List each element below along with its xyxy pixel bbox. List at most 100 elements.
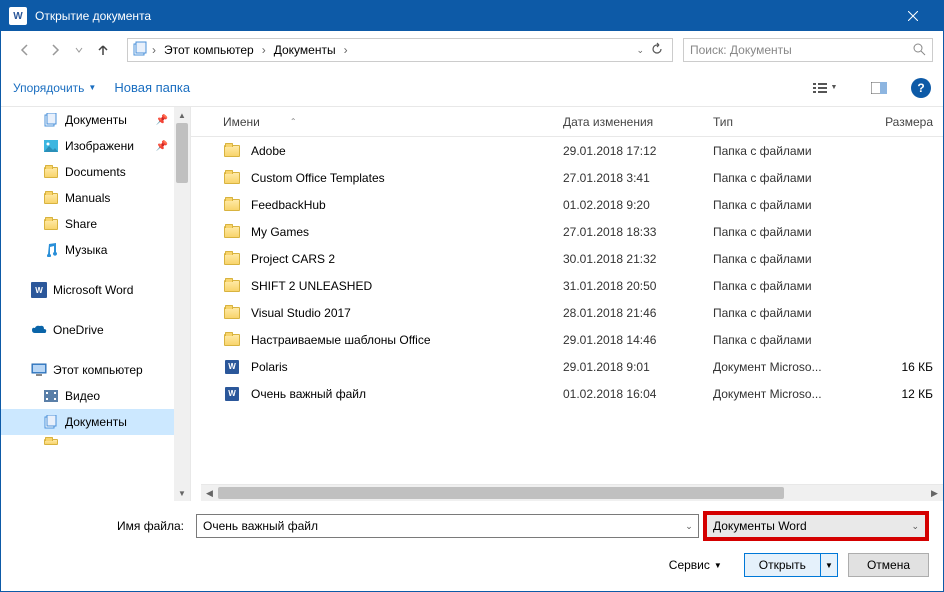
close-button[interactable]: [890, 1, 935, 31]
scroll-left-icon[interactable]: ◀: [201, 488, 218, 499]
word-icon: W: [31, 282, 47, 298]
file-date: 29.01.2018 17:12: [563, 144, 713, 158]
filename-combo[interactable]: ⌄: [196, 514, 699, 538]
nav-up-button[interactable]: [89, 36, 117, 64]
filename-label: Имя файла:: [15, 519, 190, 533]
folder-icon: [223, 169, 241, 187]
sidebar-item-label: Этот компьютер: [53, 363, 143, 377]
folder-icon: [223, 277, 241, 295]
folder-icon: [223, 331, 241, 349]
file-row[interactable]: SHIFT 2 UNLEASHED31.01.2018 20:50Папка с…: [201, 272, 943, 299]
filename-input[interactable]: [197, 519, 680, 533]
path-segment-thispc[interactable]: Этот компьютер: [160, 41, 258, 59]
sidebar-item-label: Share: [65, 217, 97, 231]
column-date[interactable]: Дата изменения: [563, 115, 713, 129]
address-bar[interactable]: › Этот компьютер › Документы › ⌄: [127, 38, 673, 62]
folder-icon: [43, 216, 59, 232]
sidebar-item-videos[interactable]: Видео: [1, 383, 190, 409]
sidebar-item-onedrive[interactable]: OneDrive: [1, 317, 190, 343]
bottom-panel: Имя файла: ⌄ Документы Word ⌄ Сервис ▼ О…: [1, 501, 943, 591]
sidebar-item[interactable]: Изображени📌: [1, 133, 190, 159]
nav-back-button[interactable]: [11, 36, 39, 64]
sidebar-item-label: OneDrive: [53, 323, 104, 337]
column-size[interactable]: Размера: [863, 115, 943, 129]
file-row[interactable]: Adobe29.01.2018 17:12Папка с файлами: [201, 137, 943, 164]
search-input[interactable]: [690, 43, 912, 57]
sidebar-item-label: Видео: [65, 389, 100, 403]
file-row[interactable]: My Games27.01.2018 18:33Папка с файлами: [201, 218, 943, 245]
window-title: Открытие документа: [35, 9, 890, 23]
file-type: Папка с файлами: [713, 333, 863, 347]
sidebar-item[interactable]: Documents: [1, 159, 190, 185]
file-name: My Games: [251, 225, 563, 239]
filetype-select[interactable]: Документы Word ⌄: [703, 511, 929, 541]
sidebar-item[interactable]: Документы📌: [1, 107, 190, 133]
nav-row: › Этот компьютер › Документы › ⌄: [1, 31, 943, 69]
file-row[interactable]: Custom Office Templates27.01.2018 3:41Па…: [201, 164, 943, 191]
word-app-icon: W: [9, 7, 27, 25]
file-row[interactable]: WPolaris29.01.2018 9:01Документ Microso.…: [201, 353, 943, 380]
folder-icon: [223, 250, 241, 268]
scroll-thumb[interactable]: [218, 487, 784, 499]
chevron-right-icon: ›: [150, 43, 158, 57]
sidebar-item[interactable]: Manuals: [1, 185, 190, 211]
column-type[interactable]: Тип: [713, 115, 863, 129]
chevron-down-icon[interactable]: ⌄: [680, 521, 698, 532]
file-date: 27.01.2018 18:33: [563, 225, 713, 239]
path-segment-documents[interactable]: Документы: [270, 41, 340, 59]
sort-indicator-icon: ⌃: [290, 117, 297, 126]
chevron-down-icon: ▼: [831, 84, 838, 91]
scroll-thumb[interactable]: [176, 123, 188, 183]
file-type: Папка с файлами: [713, 198, 863, 212]
file-row[interactable]: Настраиваемые шаблоны Office29.01.2018 1…: [201, 326, 943, 353]
open-dialog: W Открытие документа › Этот ко: [0, 0, 944, 592]
address-dropdown-icon[interactable]: ⌄: [636, 45, 644, 56]
file-row[interactable]: Project CARS 230.01.2018 21:32Папка с фа…: [201, 245, 943, 272]
file-date: 01.02.2018 16:04: [563, 387, 713, 401]
file-date: 29.01.2018 14:46: [563, 333, 713, 347]
horizontal-scrollbar[interactable]: ◀ ▶: [201, 484, 943, 501]
file-row[interactable]: WОчень важный файл01.02.2018 16:04Докуме…: [201, 380, 943, 407]
scroll-down-icon[interactable]: ▼: [174, 485, 190, 501]
folder-icon: [223, 223, 241, 241]
new-folder-button[interactable]: Новая папка: [114, 80, 190, 95]
file-date: 27.01.2018 3:41: [563, 171, 713, 185]
chevron-down-icon[interactable]: ▼: [821, 561, 837, 570]
sidebar-item[interactable]: Музыка: [1, 237, 190, 263]
refresh-button[interactable]: [650, 42, 664, 59]
documents-icon: [132, 41, 148, 60]
file-type: Папка с файлами: [713, 279, 863, 293]
sidebar-scrollbar[interactable]: ▲ ▼: [174, 107, 190, 501]
column-name[interactable]: Имени: [223, 115, 260, 129]
tools-button[interactable]: Сервис ▼: [669, 558, 722, 572]
open-button[interactable]: Открыть ▼: [744, 553, 838, 577]
nav-recent-button[interactable]: [71, 36, 87, 64]
search-box[interactable]: [683, 38, 933, 62]
nav-forward-button[interactable]: [41, 36, 69, 64]
help-button[interactable]: ?: [911, 78, 931, 98]
music-icon: [43, 242, 59, 258]
folder-icon: [43, 434, 59, 450]
chevron-right-icon: ›: [260, 43, 268, 57]
file-name: Adobe: [251, 144, 563, 158]
file-type: Документ Microso...: [713, 360, 863, 374]
sidebar-item-more[interactable]: [1, 435, 190, 449]
view-options-button[interactable]: ▼: [803, 76, 847, 100]
sidebar-item[interactable]: Share: [1, 211, 190, 237]
sidebar-item-thispc[interactable]: Этот компьютер: [1, 357, 190, 383]
file-row[interactable]: FeedbackHub01.02.2018 9:20Папка с файлам…: [201, 191, 943, 218]
preview-pane-button[interactable]: [865, 76, 893, 100]
file-row[interactable]: Visual Studio 201728.01.2018 21:46Папка …: [201, 299, 943, 326]
scroll-up-icon[interactable]: ▲: [174, 107, 190, 123]
sidebar-item-label: Microsoft Word: [53, 283, 133, 297]
video-icon: [43, 388, 59, 404]
scroll-right-icon[interactable]: ▶: [926, 488, 943, 499]
cancel-button[interactable]: Отмена: [848, 553, 929, 577]
titlebar: W Открытие документа: [1, 1, 943, 31]
sidebar-item-word[interactable]: W Microsoft Word: [1, 277, 190, 303]
sidebar-item-documents[interactable]: Документы: [1, 409, 190, 435]
organize-button[interactable]: Упорядочить ▼: [13, 81, 96, 95]
search-icon[interactable]: [912, 42, 926, 59]
sidebar-item-label: Документы: [65, 415, 127, 429]
file-name: Custom Office Templates: [251, 171, 563, 185]
